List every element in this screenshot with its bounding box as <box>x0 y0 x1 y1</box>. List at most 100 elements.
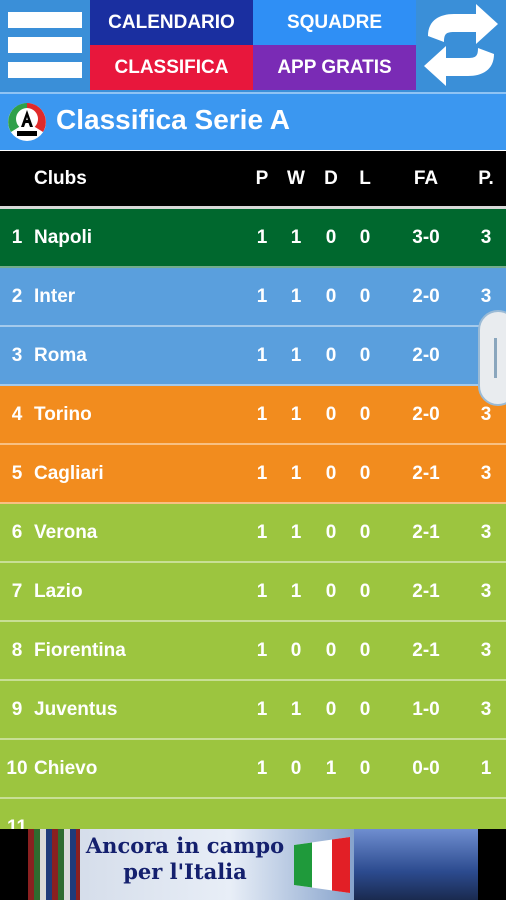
app-gratis-label: APP GRATIS <box>277 56 392 78</box>
row-played: 1 <box>256 403 268 425</box>
row-lost: 0 <box>359 403 371 425</box>
row-points: 3 <box>480 521 492 543</box>
row-club: Verona <box>34 521 98 543</box>
col-won: W <box>287 167 305 189</box>
col-lost: L <box>359 167 371 189</box>
row-position: 4 <box>11 403 23 425</box>
title-bar: Classifica Serie A <box>0 92 506 150</box>
row-lost: 0 <box>359 462 371 484</box>
row-club <box>34 799 234 829</box>
col-points: P. <box>478 167 494 189</box>
ad-headline: Ancora in campo per l'Italia <box>80 833 290 885</box>
row-played: 1 <box>256 639 268 661</box>
standings-table[interactable]: 1 Napoli 1 1 0 0 3-0 3 2 Inter 1 1 0 0 2-0 3 3 Roma 1 1 0 0 2-… <box>0 209 506 829</box>
calendario-label: CALENDARIO <box>108 11 235 33</box>
row-played: 1 <box>256 285 268 307</box>
row-drawn: 0 <box>325 639 337 661</box>
col-played: P <box>255 167 269 189</box>
row-points: 1 <box>480 757 492 779</box>
row-points: 3 <box>480 226 492 248</box>
col-goals: FA <box>413 167 439 189</box>
row-won: 1 <box>290 698 302 720</box>
row-position: 11 <box>6 816 28 830</box>
row-position: 7 <box>11 580 23 602</box>
row-goals: 2-1 <box>412 462 440 484</box>
hamburger-menu-icon[interactable] <box>8 12 82 78</box>
squadre-label: SQUADRE <box>286 11 382 33</box>
league-logo-icon <box>8 103 46 141</box>
table-header: Clubs P W D L FA P. <box>0 151 506 209</box>
row-club: Inter <box>34 285 76 307</box>
row-won: 0 <box>290 757 302 779</box>
row-goals: 1-0 <box>412 698 440 720</box>
row-played: 1 <box>256 226 268 248</box>
row-lost <box>353 799 377 829</box>
row-position: 3 <box>11 344 23 366</box>
row-goals <box>400 799 452 829</box>
table-row[interactable]: 11 <box>0 799 506 829</box>
row-points: 3 <box>480 639 492 661</box>
side-drawer-handle[interactable] <box>478 310 506 406</box>
row-played: 1 <box>256 580 268 602</box>
row-position: 10 <box>6 757 28 779</box>
table-row[interactable]: 5 Cagliari 1 1 0 0 2-1 3 <box>0 445 506 504</box>
table-row[interactable]: 6 Verona 1 1 0 0 2-1 3 <box>0 504 506 563</box>
row-lost: 0 <box>359 639 371 661</box>
row-goals: 2-0 <box>412 285 440 307</box>
row-won: 1 <box>290 344 302 366</box>
app-gratis-button[interactable]: APP GRATIS <box>253 45 416 90</box>
row-won: 1 <box>290 403 302 425</box>
row-lost: 0 <box>359 285 371 307</box>
swap-arrows-icon[interactable] <box>420 2 502 88</box>
row-goals: 2-1 <box>412 580 440 602</box>
row-club: Chievo <box>34 757 98 779</box>
row-lost: 0 <box>359 226 371 248</box>
row-lost: 0 <box>359 344 371 366</box>
row-drawn: 0 <box>325 580 337 602</box>
ad-image: Ancora in campo per l'Italia <box>28 829 478 900</box>
row-position: 1 <box>11 226 23 248</box>
party-logo-icon <box>294 837 350 893</box>
table-row[interactable]: 3Roma11002-03 <box>0 327 506 386</box>
top-bar: CALENDARIO SQUADRE CLASSIFICA APP GRATIS <box>0 0 506 92</box>
row-club: Roma <box>34 344 87 366</box>
table-row[interactable]: 1 Napoli 1 1 0 0 3-0 3 <box>0 209 506 268</box>
row-points: 3 <box>480 580 492 602</box>
row-goals: 0-0 <box>412 757 440 779</box>
table-row[interactable]: 10 Chievo 1 0 1 0 0-0 1 <box>0 740 506 799</box>
row-position: 5 <box>11 462 23 484</box>
row-drawn: 0 <box>325 403 337 425</box>
table-row[interactable]: 4 Torino 1 1 0 0 2-0 3 <box>0 386 506 445</box>
row-won <box>284 799 308 829</box>
row-goals: 2-1 <box>412 639 440 661</box>
row-drawn: 0 <box>325 226 337 248</box>
row-club: Cagliari <box>34 462 104 484</box>
row-points: 3 <box>480 698 492 720</box>
table-row[interactable]: 7 Lazio 1 1 0 0 2-1 3 <box>0 563 506 622</box>
row-won: 1 <box>290 580 302 602</box>
row-goals: 2-1 <box>412 521 440 543</box>
ad-banner[interactable]: Ancora in campo per l'Italia <box>0 829 506 900</box>
table-row[interactable]: 8 Fiorentina 1 0 0 0 2-1 3 <box>0 622 506 681</box>
calendario-button[interactable]: CALENDARIO <box>90 0 253 45</box>
row-won: 1 <box>290 462 302 484</box>
row-drawn <box>319 799 343 829</box>
row-drawn: 0 <box>325 344 337 366</box>
classifica-button[interactable]: CLASSIFICA <box>90 45 253 90</box>
row-goals: 2-0 <box>412 344 440 366</box>
row-played: 1 <box>256 757 268 779</box>
row-drawn: 0 <box>325 521 337 543</box>
row-lost: 0 <box>359 580 371 602</box>
row-position: 2 <box>11 285 23 307</box>
row-position: 6 <box>11 521 23 543</box>
page-title: Classifica Serie A <box>56 104 290 135</box>
table-row[interactable]: 9 Juventus 1 1 0 0 1-0 3 <box>0 681 506 740</box>
row-club: Lazio <box>34 580 83 602</box>
row-lost: 0 <box>359 757 371 779</box>
ad-line-2: per l'Italia <box>123 859 247 884</box>
squadre-button[interactable]: SQUADRE <box>253 0 416 45</box>
ad-line-1: Ancora in campo <box>85 833 285 858</box>
stage-image <box>354 829 478 900</box>
table-row[interactable]: 2 Inter 1 1 0 0 2-0 3 <box>0 268 506 327</box>
row-won: 0 <box>290 639 302 661</box>
